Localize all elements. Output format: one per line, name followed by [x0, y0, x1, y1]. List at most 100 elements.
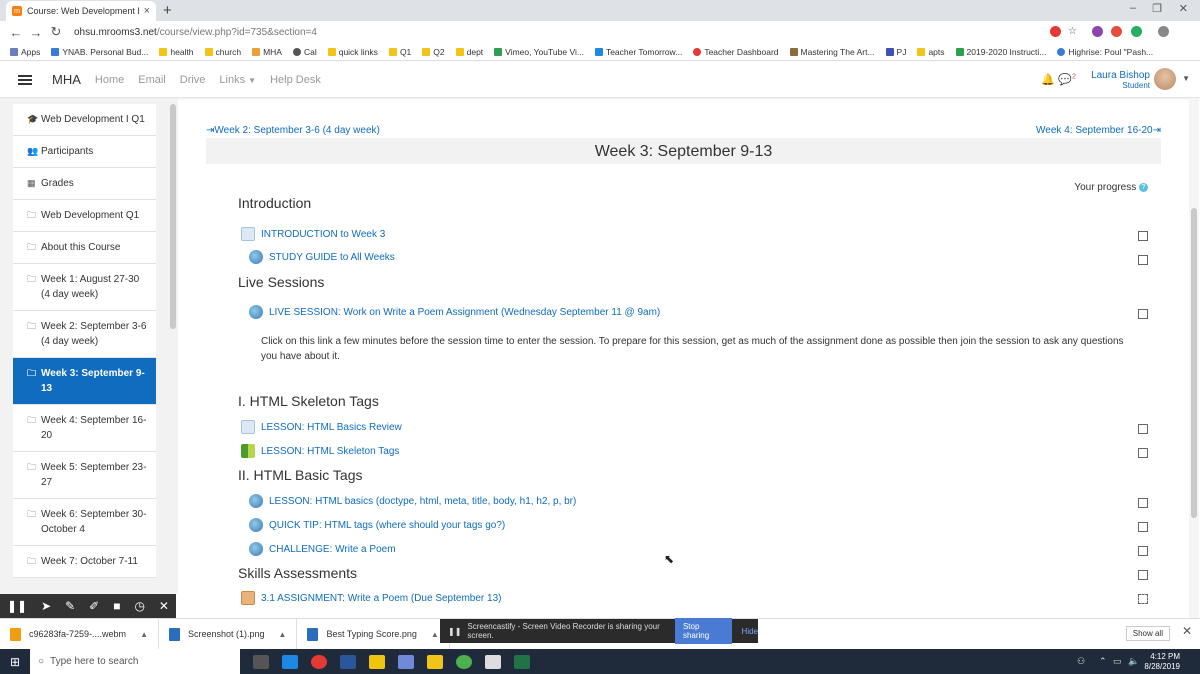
drawer-item[interactable]: 🗀 Week 2: September 3-6 (4 day week): [13, 311, 156, 358]
download-item[interactable]: c96283fa-7259-....webm ▲: [0, 618, 159, 650]
nav-links[interactable]: Links ▼: [219, 74, 256, 86]
cursor-tool-icon[interactable]: ➤: [41, 599, 51, 613]
word-icon[interactable]: [340, 654, 356, 669]
completion-checkbox[interactable]: [1138, 255, 1148, 265]
bookmark-item[interactable]: Cal: [292, 47, 317, 57]
drawer-item[interactable]: 🎓 Web Development I Q1: [13, 104, 156, 136]
pen-icon[interactable]: ✎: [65, 599, 75, 613]
bookmark-item[interactable]: Q2: [422, 47, 445, 57]
close-tab-icon[interactable]: ×: [144, 5, 150, 17]
camera-icon[interactable]: ■: [113, 599, 120, 613]
bookmark-item[interactable]: Mastering The Art...: [789, 47, 875, 57]
close-icon[interactable]: ✕: [1182, 624, 1192, 638]
nav-help-desk[interactable]: Help Desk: [270, 74, 321, 86]
network-icon[interactable]: ▭: [1113, 656, 1122, 667]
drawer-item[interactable]: 🗀 Week 1: August 27-30 (4 day week): [13, 264, 156, 311]
pause-icon[interactable]: ❚❚: [7, 599, 27, 613]
screencastify-icon[interactable]: [1111, 26, 1122, 37]
timer-icon[interactable]: ◷: [134, 599, 144, 613]
drawer-item[interactable]: 🗀 About this Course: [13, 232, 156, 264]
activity-link[interactable]: STUDY GUIDE to All Weeks: [241, 250, 395, 264]
activity-link[interactable]: INTRODUCTION to Week 3: [241, 227, 385, 241]
drawer-item[interactable]: 👥 Participants: [13, 136, 156, 168]
drawer-item[interactable]: 🗀 Week 7: October 7-11: [13, 546, 156, 578]
nav-email[interactable]: Email: [138, 74, 166, 86]
bookmark-item[interactable]: dept: [455, 47, 483, 57]
completion-checkbox[interactable]: [1138, 448, 1148, 458]
system-clock[interactable]: 4:12 PM 8/28/2019: [1144, 652, 1180, 672]
url-field[interactable]: ohsu.mrooms3.net/course/view.php?id=735&…: [74, 27, 317, 38]
next-week-link[interactable]: Week 4: September 16-20⇥: [1036, 125, 1161, 136]
close-window-icon[interactable]: ✕: [1179, 2, 1188, 15]
message-icon[interactable]: 💬2: [1058, 73, 1076, 86]
file-explorer-icon[interactable]: [427, 654, 443, 669]
windows-start-icon[interactable]: ⊞: [0, 655, 30, 669]
back-icon[interactable]: ←: [6, 25, 26, 40]
calculator-icon[interactable]: [485, 654, 501, 669]
profile-icon[interactable]: [1158, 26, 1169, 37]
nav-home[interactable]: Home: [95, 74, 124, 86]
people-icon[interactable]: ⚇: [1077, 656, 1085, 667]
activity-link[interactable]: CHALLENGE: Write a Poem: [241, 542, 396, 556]
highlighter-icon[interactable]: ✐: [89, 599, 99, 613]
help-icon[interactable]: ?: [1139, 182, 1148, 192]
taskbar-search-input[interactable]: ○ Type here to search: [30, 649, 240, 674]
page-scrollbar[interactable]: [1189, 98, 1199, 618]
scrollbar-thumb[interactable]: [1191, 208, 1197, 518]
maximize-icon[interactable]: ❐: [1152, 2, 1162, 15]
sticky-notes-icon[interactable]: [369, 654, 385, 669]
avatar[interactable]: [1154, 68, 1176, 90]
site-brand[interactable]: MHA: [52, 72, 81, 87]
bookmark-item[interactable]: PJ: [885, 47, 906, 57]
bookmark-star-icon[interactable]: ☆: [1068, 26, 1079, 37]
drawer-item[interactable]: 🗀 Week 4: September 16-20: [13, 405, 156, 452]
activity-link[interactable]: LESSON: HTML Skeleton Tags: [241, 444, 399, 458]
chrome-alt-icon[interactable]: [456, 654, 472, 669]
completion-checkbox[interactable]: [1138, 309, 1148, 319]
download-item[interactable]: Screenshot (1).png ▲: [159, 618, 298, 650]
bookmark-item[interactable]: 2019-2020 Instructi...: [955, 47, 1046, 57]
bookmark-item[interactable]: apts: [917, 47, 945, 57]
bookmark-item[interactable]: YNAB. Personal Bud...: [51, 47, 148, 57]
close-icon[interactable]: ✕: [159, 599, 169, 613]
completion-checkbox[interactable]: [1138, 498, 1148, 508]
stop-sharing-button[interactable]: Stop sharing: [674, 618, 732, 644]
bookmark-item[interactable]: Apps: [10, 47, 40, 57]
bookmark-item[interactable]: Highrise: Poul "Pash...: [1057, 47, 1153, 57]
completion-checkbox[interactable]: [1138, 424, 1148, 434]
drawer-item[interactable]: ▦ Grades: [13, 168, 156, 200]
browser-tab[interactable]: m Course: Web Development I Q1 ×: [6, 1, 156, 21]
drawer-scrollbar[interactable]: [170, 104, 176, 329]
bookmark-item[interactable]: quick links: [327, 47, 378, 57]
chrome-icon[interactable]: [311, 654, 327, 669]
completion-checkbox[interactable]: [1138, 231, 1148, 241]
task-view-icon[interactable]: [253, 654, 269, 669]
completion-checkbox[interactable]: [1138, 522, 1148, 532]
completion-checkbox[interactable]: [1138, 546, 1148, 556]
bookmark-item[interactable]: MHA: [252, 47, 282, 57]
extension-icon[interactable]: [1131, 26, 1142, 37]
caret-down-icon[interactable]: ▼: [1182, 74, 1190, 83]
discord-icon[interactable]: [398, 654, 414, 669]
bookmark-item[interactable]: Vimeo, YouTube Vi...: [494, 47, 584, 57]
extension-icon[interactable]: [1050, 26, 1061, 37]
drawer-item[interactable]: 🗀 Week 6: September 30-October 4: [13, 499, 156, 546]
new-tab-icon[interactable]: +: [163, 2, 172, 19]
drawer-item[interactable]: 🗀 Web Development Q1: [13, 200, 156, 232]
completion-checkbox[interactable]: [1138, 594, 1148, 604]
drawer-item[interactable]: 🗀 Week 5: September 23-27: [13, 452, 156, 499]
forward-icon[interactable]: →: [26, 25, 46, 40]
nav-drive[interactable]: Drive: [180, 74, 206, 86]
activity-link[interactable]: 3.1 ASSIGNMENT: Write a Poem (Due Septem…: [241, 591, 501, 605]
caret-up-icon[interactable]: ▲: [140, 630, 148, 639]
menu-toggle-icon[interactable]: [18, 73, 32, 87]
user-menu[interactable]: Laura Bishop Student: [1091, 70, 1150, 90]
caret-up-icon[interactable]: ▲: [279, 630, 287, 639]
extension-icon[interactable]: [1092, 26, 1103, 37]
bookmark-item[interactable]: Teacher Dashboard: [693, 47, 779, 57]
edge-icon[interactable]: [282, 654, 298, 669]
chevron-up-icon[interactable]: ⌃: [1099, 656, 1107, 667]
completion-checkbox[interactable]: [1138, 570, 1148, 580]
bookmark-item[interactable]: Teacher Tomorrow...: [594, 47, 682, 57]
bookmark-item[interactable]: Q1: [388, 47, 411, 57]
